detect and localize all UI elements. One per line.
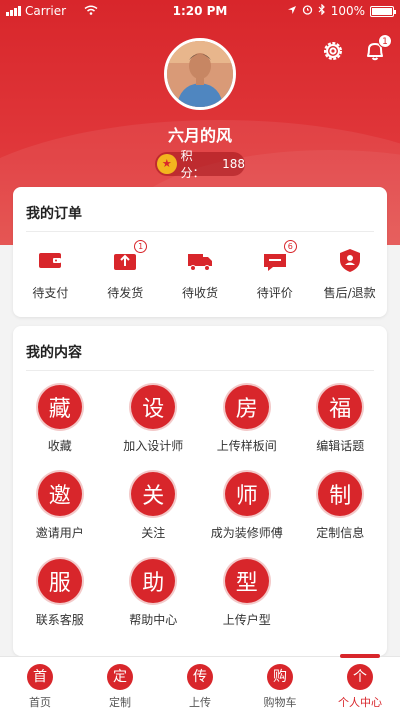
home-icon: 首	[27, 664, 53, 690]
order-label: 待发货	[107, 286, 144, 300]
order-badge: 6	[283, 240, 297, 253]
content-item-custom-info[interactable]: 制定制信息	[294, 472, 388, 541]
content-item-label: 成为装修师傅	[210, 526, 283, 540]
content-item-label: 加入设计师	[123, 439, 184, 453]
tab-label: 首页	[29, 696, 51, 709]
carrier-label: Carrier	[25, 4, 67, 18]
tab-label: 购物车	[263, 696, 297, 709]
settings-gear-icon[interactable]	[320, 38, 346, 64]
order-pending-shipment[interactable]: 1 待发货	[88, 240, 163, 301]
content-item-customer-service[interactable]: 服联系客服	[13, 559, 107, 628]
cart-icon: 购	[267, 664, 293, 690]
signal-icon	[6, 6, 21, 16]
battery-icon	[370, 5, 396, 17]
points-value: 188	[222, 157, 245, 171]
bluetooth-icon	[318, 3, 326, 18]
content-title: 我的内容	[26, 345, 82, 361]
avatar[interactable]	[164, 38, 236, 110]
status-bar: Carrier 1:20 PM 100%	[0, 0, 400, 22]
wifi-icon	[84, 4, 98, 18]
collect-icon: 藏	[37, 385, 82, 429]
notification-bell-icon[interactable]: 1	[362, 34, 392, 64]
invite-icon: 邀	[37, 472, 82, 516]
service-icon: 服	[37, 559, 82, 603]
order-after-sale[interactable]: 售后/退款	[312, 246, 387, 301]
content-item-invite-user[interactable]: 邀邀请用户	[13, 472, 107, 541]
alarm-icon	[302, 4, 313, 18]
order-pending-receipt[interactable]: 待收货	[163, 246, 238, 301]
order-pending-review[interactable]: 6 待评价	[237, 240, 312, 301]
box-upload-icon: 1	[111, 240, 148, 274]
content-item-help-center[interactable]: 助帮助中心	[107, 559, 201, 628]
order-pending-payment[interactable]: 待支付	[13, 246, 88, 301]
wallet-icon	[36, 246, 64, 274]
content-item-label: 联系客服	[35, 613, 84, 627]
tab-home[interactable]: 首首页	[0, 657, 80, 711]
points-badge: ★ 积分： 188	[155, 149, 245, 180]
tab-label: 定制	[109, 696, 131, 709]
content-item-edit-topic[interactable]: 福编辑话题	[294, 385, 388, 454]
tab-label: 上传	[189, 696, 211, 709]
content-item-upload-plan[interactable]: 型上传户型	[200, 559, 294, 628]
content-item-label: 上传户型	[222, 613, 271, 627]
tab-upload[interactable]: 传上传	[160, 657, 240, 711]
profile-icon: 个	[347, 664, 373, 690]
shield-user-icon	[336, 246, 364, 274]
upload-icon: 传	[187, 664, 213, 690]
my-content-card: 我的内容 藏收藏 设加入设计师 房上传样板间 福编辑话题 邀邀请用户 关关注 师…	[13, 326, 387, 656]
order-label: 售后/退款	[323, 286, 376, 300]
orders-card: 我的订单 待支付 1 待发货 待收货 6 待评价 售后/退款	[13, 187, 387, 317]
upload-room-icon: 房	[224, 385, 269, 429]
tab-cart[interactable]: 购购物车	[240, 657, 320, 711]
points-label: 积分：	[180, 149, 205, 180]
content-item-upload-room[interactable]: 房上传样板间	[200, 385, 294, 454]
content-item-become-worker[interactable]: 师成为装修师傅	[200, 472, 294, 541]
status-time: 1:20 PM	[172, 4, 228, 18]
truck-icon	[186, 246, 214, 274]
follow-icon: 关	[131, 472, 176, 516]
content-item-label: 邀请用户	[35, 526, 84, 540]
content-item-label: 帮助中心	[129, 613, 178, 627]
tab-label: 个人中心	[338, 696, 382, 709]
orders-title: 我的订单	[26, 206, 82, 222]
content-item-label: 定制信息	[316, 526, 365, 540]
comment-icon: 6	[261, 240, 297, 274]
tab-custom[interactable]: 定定制	[80, 657, 160, 711]
medal-icon: ★	[157, 154, 177, 174]
notification-badge: 1	[378, 34, 392, 48]
bottom-tab-bar: 首首页 定定制 传上传 购购物车 个个人中心	[0, 654, 400, 711]
worker-icon: 师	[224, 472, 269, 516]
profile-screen: Carrier 1:20 PM 100% 1 六月的风 ★ 积分： 188 我的…	[0, 0, 400, 711]
content-item-label: 上传样板间	[216, 439, 277, 453]
designer-icon: 设	[131, 385, 176, 429]
order-label: 待收货	[181, 286, 218, 300]
content-item-label: 编辑话题	[316, 439, 365, 453]
content-item-collect[interactable]: 藏收藏	[13, 385, 107, 454]
order-label: 待支付	[32, 286, 69, 300]
content-item-join-designer[interactable]: 设加入设计师	[107, 385, 201, 454]
battery-percent: 100%	[330, 4, 365, 18]
profile-username: 六月的风	[167, 126, 232, 145]
order-badge: 1	[134, 240, 148, 253]
order-label: 待评价	[256, 286, 293, 300]
content-item-label: 收藏	[47, 439, 72, 453]
edit-topic-icon: 福	[318, 385, 363, 429]
tab-profile[interactable]: 个个人中心	[320, 654, 400, 711]
custom-icon: 定	[107, 664, 133, 690]
custom-info-icon: 制	[318, 472, 363, 516]
help-icon: 助	[131, 559, 176, 603]
content-item-label: 关注	[141, 526, 166, 540]
upload-plan-icon: 型	[224, 559, 269, 603]
content-item-follow[interactable]: 关关注	[107, 472, 201, 541]
location-icon	[287, 4, 297, 18]
